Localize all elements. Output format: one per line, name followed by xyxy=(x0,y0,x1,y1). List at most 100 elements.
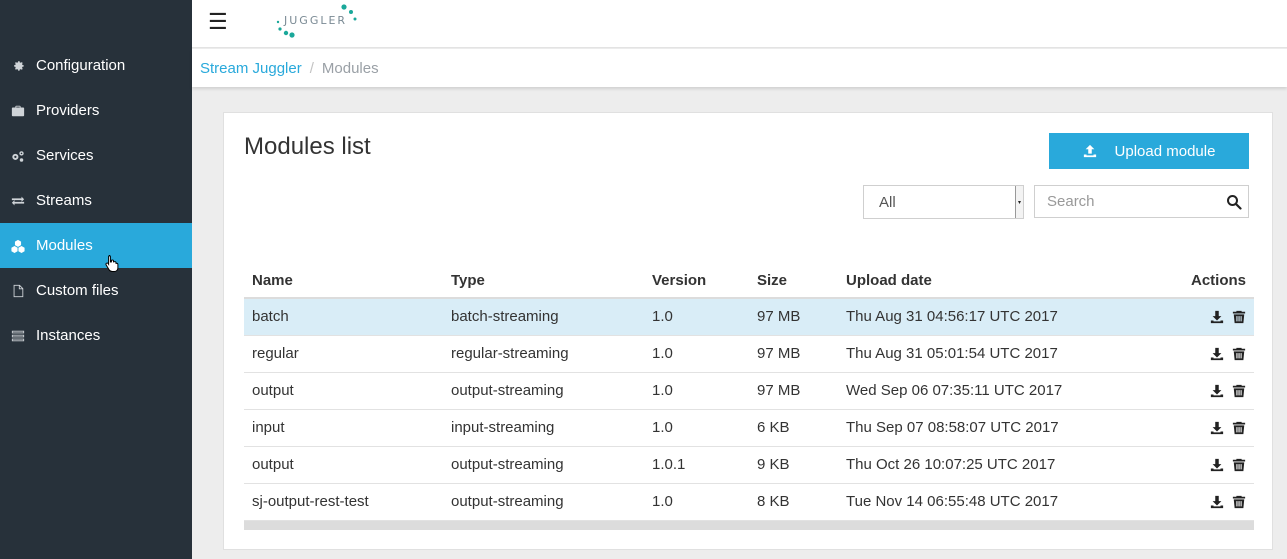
cell-type: batch-streaming xyxy=(443,298,644,336)
cell-version: 1.0 xyxy=(644,483,749,521)
sidebar-item-configuration[interactable]: Configuration xyxy=(0,43,192,88)
horizontal-scrollbar[interactable] xyxy=(244,521,1254,530)
sidebar-item-streams[interactable]: Streams xyxy=(0,178,192,223)
cell-name: output xyxy=(244,372,443,410)
cell-size: 8 KB xyxy=(749,483,838,521)
cell-version: 1.0 xyxy=(644,298,749,336)
cell-version: 1.0 xyxy=(644,409,749,447)
table-row[interactable]: sj-output-rest-test output-streaming 1.0… xyxy=(244,483,1254,521)
trash-icon[interactable] xyxy=(1232,458,1246,472)
table-row[interactable]: batch batch-streaming 1.0 97 MB Thu Aug … xyxy=(244,298,1254,336)
hand-cursor-icon xyxy=(105,255,119,272)
column-header-upload-date[interactable]: Upload date xyxy=(838,263,1138,299)
table-row[interactable]: input input-streaming 1.0 6 KB Thu Sep 0… xyxy=(244,409,1254,447)
breadcrumb-root-link[interactable]: Stream Juggler xyxy=(200,60,302,77)
cell-name: regular xyxy=(244,335,443,373)
download-icon[interactable] xyxy=(1210,310,1224,324)
cell-actions xyxy=(1138,298,1254,336)
table-row[interactable]: output output-streaming 1.0.1 9 KB Thu O… xyxy=(244,446,1254,484)
cell-version: 1.0 xyxy=(644,335,749,373)
download-icon[interactable] xyxy=(1210,347,1224,361)
juggler-logo[interactable]: JUGGLER xyxy=(276,2,366,42)
cubes-icon xyxy=(11,239,25,253)
briefcase-icon xyxy=(11,104,25,118)
cell-upload-date: Wed Sep 06 07:35:11 UTC 2017 xyxy=(838,372,1138,410)
sidebar-item-label: Providers xyxy=(36,102,100,119)
cell-size: 97 MB xyxy=(749,372,838,410)
cell-type: output-streaming xyxy=(443,446,644,484)
cell-actions xyxy=(1138,446,1254,484)
modules-table: Name Type Version Size Upload date Actio… xyxy=(244,263,1254,521)
file-icon xyxy=(11,284,25,298)
cell-name: output xyxy=(244,446,443,484)
download-icon[interactable] xyxy=(1210,384,1224,398)
search-input[interactable] xyxy=(1035,186,1215,217)
cell-actions xyxy=(1138,409,1254,447)
type-filter-select[interactable]: All ▾ xyxy=(863,185,1024,219)
filter-selected-value: All xyxy=(879,193,896,211)
cell-name: input xyxy=(244,409,443,447)
cell-size: 97 MB xyxy=(749,335,838,373)
breadcrumb: Stream Juggler / Modules xyxy=(192,49,1287,87)
gears-icon xyxy=(11,149,25,163)
cell-name: sj-output-rest-test xyxy=(244,483,443,521)
gear-icon xyxy=(11,59,25,73)
top-bar: ☰ JUGGLER xyxy=(192,0,1287,48)
cell-actions xyxy=(1138,335,1254,373)
cell-version: 1.0 xyxy=(644,372,749,410)
trash-icon[interactable] xyxy=(1232,421,1246,435)
column-header-name[interactable]: Name xyxy=(244,263,443,299)
chevron-down-icon: ▾ xyxy=(1015,186,1023,218)
column-header-type[interactable]: Type xyxy=(443,263,644,299)
sidebar: Configuration Providers Services Streams… xyxy=(0,0,192,559)
modules-card: Modules list Upload module All ▾ Name Ty… xyxy=(223,112,1273,550)
cell-upload-date: Thu Aug 31 05:01:54 UTC 2017 xyxy=(838,335,1138,373)
list-icon xyxy=(11,329,25,343)
cell-type: input-streaming xyxy=(443,409,644,447)
cell-upload-date: Thu Aug 31 04:56:17 UTC 2017 xyxy=(838,298,1138,336)
modules-table-wrapper: Name Type Version Size Upload date Actio… xyxy=(244,263,1254,521)
cell-size: 9 KB xyxy=(749,446,838,484)
cell-upload-date: Tue Nov 14 06:55:48 UTC 2017 xyxy=(838,483,1138,521)
table-header-row: Name Type Version Size Upload date Actio… xyxy=(244,263,1254,299)
sidebar-item-services[interactable]: Services xyxy=(0,133,192,178)
trash-icon[interactable] xyxy=(1232,310,1246,324)
sidebar-item-label: Modules xyxy=(36,237,93,254)
table-row[interactable]: regular regular-streaming 1.0 97 MB Thu … xyxy=(244,335,1254,373)
cell-actions xyxy=(1138,483,1254,521)
sidebar-nav: Configuration Providers Services Streams… xyxy=(0,43,192,358)
exchange-icon xyxy=(11,194,25,208)
sidebar-item-instances[interactable]: Instances xyxy=(0,313,192,358)
cell-upload-date: Thu Oct 26 10:07:25 UTC 2017 xyxy=(838,446,1138,484)
download-icon[interactable] xyxy=(1210,495,1224,509)
trash-icon[interactable] xyxy=(1232,347,1246,361)
cell-type: output-streaming xyxy=(443,483,644,521)
sidebar-item-label: Instances xyxy=(36,327,101,344)
breadcrumb-separator: / xyxy=(309,59,314,77)
sidebar-item-label: Streams xyxy=(36,192,92,209)
sidebar-item-label: Configuration xyxy=(36,57,126,74)
sidebar-item-label: Services xyxy=(36,147,94,164)
trash-icon[interactable] xyxy=(1232,384,1246,398)
sidebar-item-providers[interactable]: Providers xyxy=(0,88,192,133)
column-header-version[interactable]: Version xyxy=(644,263,749,299)
sidebar-item-custom-files[interactable]: Custom files xyxy=(0,268,192,313)
cell-size: 97 MB xyxy=(749,298,838,336)
hamburger-menu-icon[interactable]: ☰ xyxy=(208,9,228,35)
trash-icon[interactable] xyxy=(1232,495,1246,509)
page-title: Modules list xyxy=(244,133,371,160)
table-row[interactable]: output output-streaming 1.0 97 MB Wed Se… xyxy=(244,372,1254,410)
sidebar-item-modules[interactable]: Modules xyxy=(0,223,192,268)
cell-name: batch xyxy=(244,298,443,336)
cell-size: 6 KB xyxy=(749,409,838,447)
upload-module-button[interactable]: Upload module xyxy=(1049,133,1249,169)
download-icon[interactable] xyxy=(1210,458,1224,472)
cell-upload-date: Thu Sep 07 08:58:07 UTC 2017 xyxy=(838,409,1138,447)
cell-type: output-streaming xyxy=(443,372,644,410)
breadcrumb-current: Modules xyxy=(321,59,379,77)
column-header-size[interactable]: Size xyxy=(749,263,838,299)
cell-actions xyxy=(1138,372,1254,410)
sidebar-item-label: Custom files xyxy=(36,282,119,299)
search-icon[interactable] xyxy=(1226,194,1242,210)
download-icon[interactable] xyxy=(1210,421,1224,435)
